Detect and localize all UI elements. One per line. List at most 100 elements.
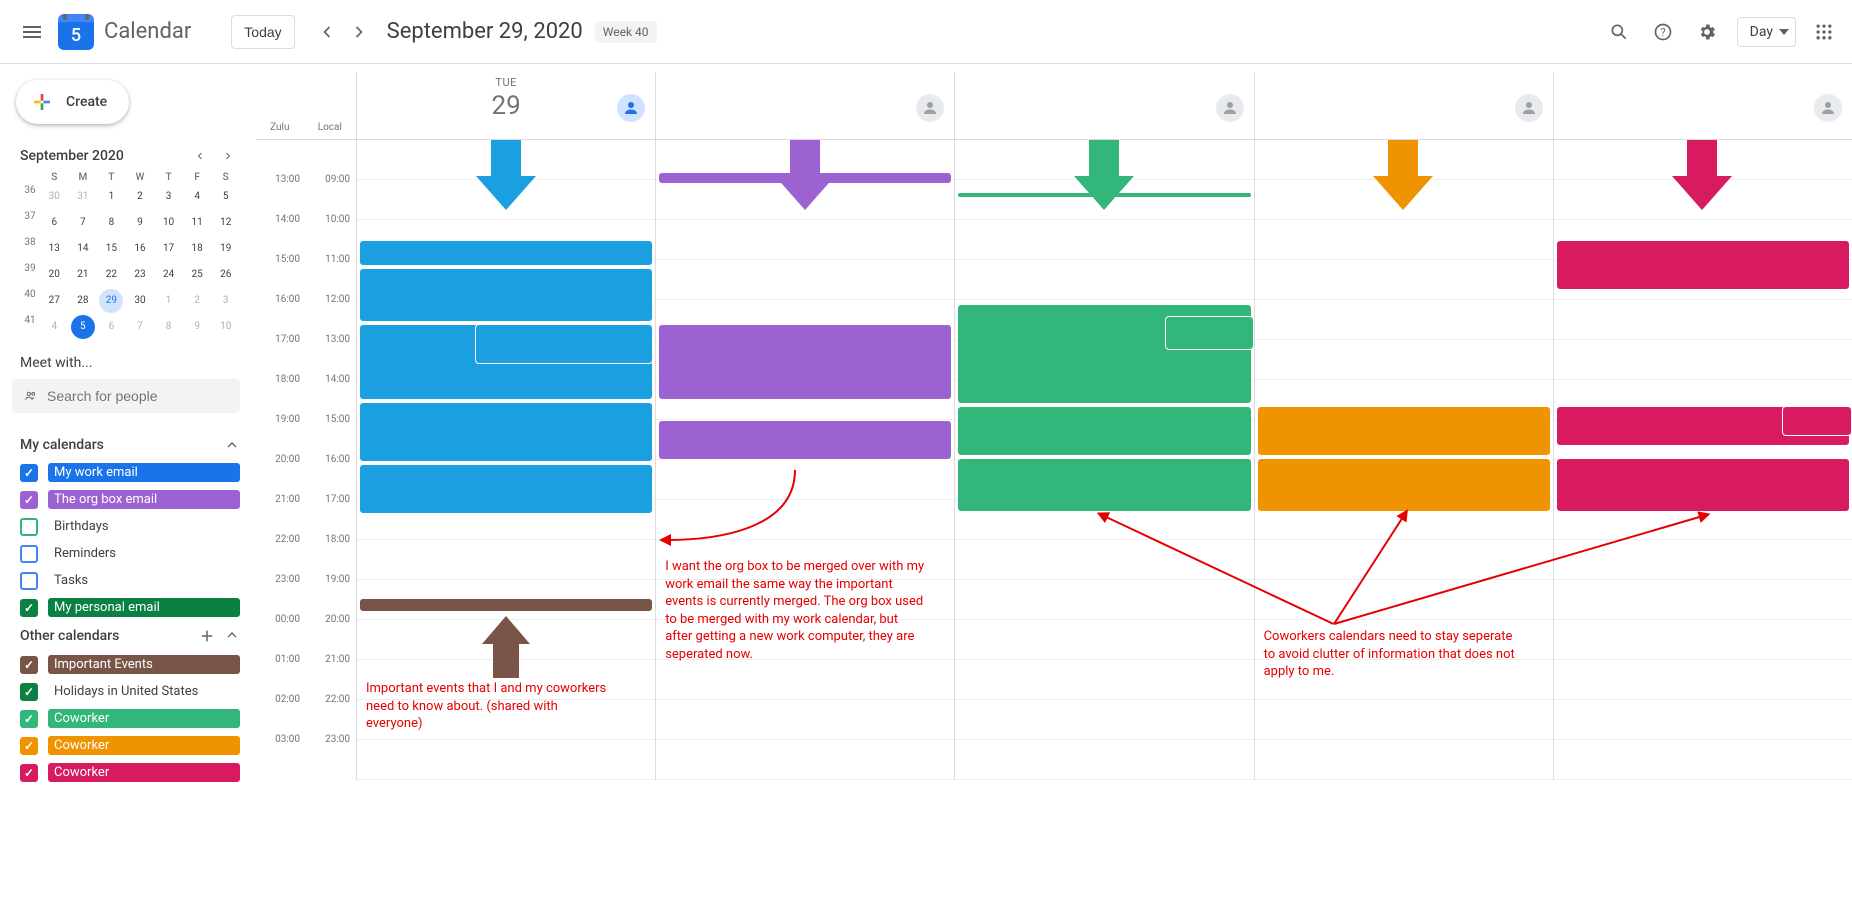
- search-people-input[interactable]: [12, 379, 240, 413]
- day-column[interactable]: [1553, 140, 1852, 780]
- mini-day[interactable]: 31: [71, 185, 95, 209]
- calendar-checkbox[interactable]: [20, 518, 38, 536]
- calendar-item[interactable]: Tasks: [12, 569, 248, 592]
- mini-day[interactable]: 13: [42, 237, 66, 261]
- mini-day[interactable]: 30: [42, 185, 66, 209]
- event-block[interactable]: [359, 464, 653, 514]
- day-column[interactable]: [356, 140, 655, 780]
- mini-day[interactable]: 4: [42, 315, 66, 339]
- mini-day[interactable]: 20: [42, 263, 66, 287]
- calendar-checkbox[interactable]: [20, 737, 38, 755]
- mini-day[interactable]: 29: [99, 289, 123, 313]
- mini-day[interactable]: 14: [71, 237, 95, 261]
- day-column[interactable]: [655, 140, 954, 780]
- calendar-checkbox[interactable]: [20, 599, 38, 617]
- event-block[interactable]: [957, 192, 1251, 198]
- mini-day[interactable]: 12: [214, 211, 238, 235]
- calendar-item[interactable]: Coworker: [12, 707, 248, 730]
- mini-day[interactable]: 17: [157, 237, 181, 261]
- mini-day[interactable]: 8: [99, 211, 123, 235]
- calendar-checkbox[interactable]: [20, 545, 38, 563]
- event-block[interactable]: [1782, 406, 1852, 436]
- settings-icon[interactable]: [1687, 12, 1727, 52]
- avatar[interactable]: [1216, 94, 1244, 122]
- today-button[interactable]: Today: [231, 15, 294, 49]
- mini-day[interactable]: 4: [185, 185, 209, 209]
- help-icon[interactable]: ?: [1643, 12, 1683, 52]
- mini-day[interactable]: 11: [185, 211, 209, 235]
- avatar[interactable]: [916, 94, 944, 122]
- calendar-item[interactable]: Coworker: [12, 761, 248, 784]
- menu-button[interactable]: [8, 8, 56, 56]
- mini-day[interactable]: 6: [42, 211, 66, 235]
- mini-day[interactable]: 5: [71, 315, 95, 339]
- event-block[interactable]: [1257, 458, 1551, 512]
- mini-day[interactable]: 1: [157, 289, 181, 313]
- mini-day[interactable]: 27: [42, 289, 66, 313]
- event-block[interactable]: [1556, 458, 1850, 512]
- avatar[interactable]: [617, 94, 645, 122]
- mini-day[interactable]: 7: [128, 315, 152, 339]
- mini-day[interactable]: 1: [99, 185, 123, 209]
- mini-day[interactable]: 10: [157, 211, 181, 235]
- event-block[interactable]: [1556, 240, 1850, 290]
- mini-day[interactable]: 24: [157, 263, 181, 287]
- mini-day[interactable]: 15: [99, 237, 123, 261]
- mini-day[interactable]: 9: [185, 315, 209, 339]
- day-column[interactable]: [1254, 140, 1553, 780]
- calendar-checkbox[interactable]: [20, 572, 38, 590]
- mini-day[interactable]: 5: [214, 185, 238, 209]
- mini-day[interactable]: 16: [128, 237, 152, 261]
- prev-day-button[interactable]: [311, 16, 343, 48]
- mini-day[interactable]: 30: [128, 289, 152, 313]
- create-button[interactable]: Create: [16, 80, 129, 124]
- mini-prev-button[interactable]: [188, 144, 212, 168]
- calendar-item[interactable]: My personal email: [12, 596, 248, 619]
- next-day-button[interactable]: [343, 16, 375, 48]
- mini-day[interactable]: 19: [214, 237, 238, 261]
- calendar-checkbox[interactable]: [20, 710, 38, 728]
- other-calendars-header[interactable]: Other calendars: [12, 619, 248, 653]
- calendar-item[interactable]: The org box email: [12, 488, 248, 511]
- mini-day[interactable]: 2: [185, 289, 209, 313]
- mini-day[interactable]: 28: [71, 289, 95, 313]
- add-calendar-icon[interactable]: [198, 627, 216, 645]
- event-block[interactable]: [658, 172, 952, 184]
- calendar-item[interactable]: Important Events: [12, 653, 248, 676]
- event-block[interactable]: [658, 420, 952, 460]
- day-column[interactable]: [954, 140, 1253, 780]
- mini-day[interactable]: 25: [185, 263, 209, 287]
- search-icon[interactable]: [1599, 12, 1639, 52]
- mini-day[interactable]: 22: [99, 263, 123, 287]
- calendar-item[interactable]: Birthdays: [12, 515, 248, 538]
- event-block[interactable]: [957, 406, 1251, 456]
- mini-day[interactable]: 3: [157, 185, 181, 209]
- event-block[interactable]: [359, 240, 653, 266]
- mini-day[interactable]: 21: [71, 263, 95, 287]
- mini-day[interactable]: 6: [99, 315, 123, 339]
- event-block[interactable]: [359, 268, 653, 322]
- event-block[interactable]: [359, 402, 653, 462]
- mini-day[interactable]: 18: [185, 237, 209, 261]
- calendar-item[interactable]: Coworker: [12, 734, 248, 757]
- avatar[interactable]: [1814, 94, 1842, 122]
- calendar-item[interactable]: Holidays in United States: [12, 680, 248, 703]
- mini-next-button[interactable]: [216, 144, 240, 168]
- avatar[interactable]: [1515, 94, 1543, 122]
- mini-day[interactable]: 10: [214, 315, 238, 339]
- view-select[interactable]: Day: [1737, 17, 1796, 47]
- event-block[interactable]: [1257, 406, 1551, 456]
- event-block[interactable]: [957, 458, 1251, 512]
- calendar-checkbox[interactable]: [20, 656, 38, 674]
- event-block[interactable]: [658, 324, 952, 400]
- my-calendars-header[interactable]: My calendars: [12, 429, 248, 461]
- calendar-checkbox[interactable]: [20, 683, 38, 701]
- mini-day[interactable]: 9: [128, 211, 152, 235]
- calendar-item[interactable]: My work email: [12, 461, 248, 484]
- mini-day[interactable]: 3: [214, 289, 238, 313]
- calendar-checkbox[interactable]: [20, 491, 38, 509]
- calendar-checkbox[interactable]: [20, 764, 38, 782]
- calendar-item[interactable]: Reminders: [12, 542, 248, 565]
- event-block[interactable]: [475, 324, 653, 364]
- mini-day[interactable]: 8: [157, 315, 181, 339]
